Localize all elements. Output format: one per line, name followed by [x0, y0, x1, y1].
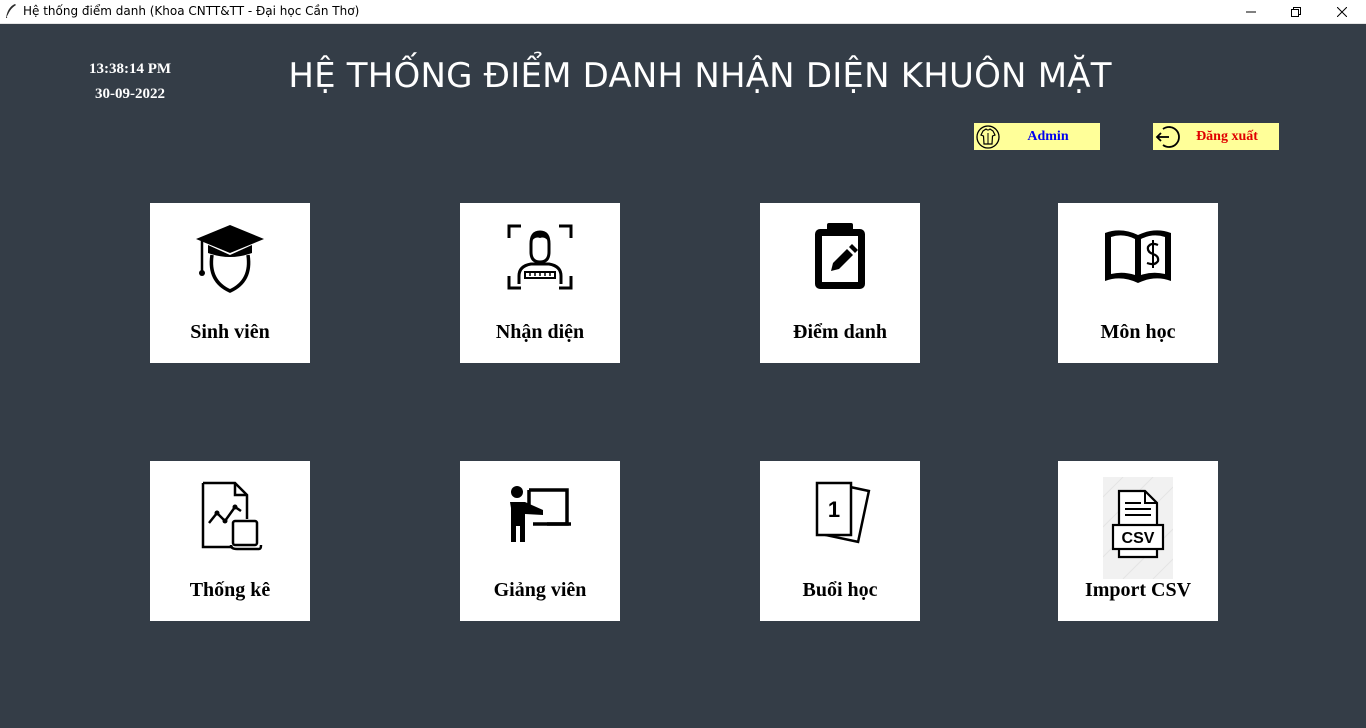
admin-button[interactable]: Admin — [974, 123, 1100, 150]
tile-giang-vien[interactable]: Giảng viên — [460, 461, 620, 621]
tile-label: Nhận diện — [495, 321, 585, 343]
report-chart-icon — [190, 475, 270, 555]
session-cards-icon: 1 — [800, 475, 880, 555]
graduate-icon — [190, 217, 270, 297]
teacher-board-icon — [500, 475, 580, 555]
clock-date: 30-09-2022 — [95, 86, 165, 102]
tile-label: Điểm danh — [793, 321, 887, 343]
tile-label: Giảng viên — [493, 579, 587, 601]
csv-file-icon: CSV — [1103, 477, 1173, 579]
clipboard-edit-icon — [800, 217, 880, 297]
book-dollar-icon — [1098, 217, 1178, 297]
window-titlebar: Hệ thống điểm danh (Khoa CNTT&TT - Đại h… — [0, 0, 1366, 24]
close-icon[interactable] — [1319, 0, 1365, 23]
clock-time: 13:38:14 PM — [88, 61, 172, 77]
user-shirt-icon — [974, 123, 1002, 150]
admin-label: Admin — [1027, 128, 1069, 144]
clock: 13:38:14 PM 30-09-2022 — [60, 58, 200, 108]
tile-label: Buổi học — [802, 579, 878, 601]
tile-mon-hoc[interactable]: Môn học — [1058, 203, 1218, 363]
tile-import-csv[interactable]: CSV Import CSV — [1058, 461, 1218, 621]
svg-text:CSV: CSV — [1122, 530, 1155, 547]
tile-label: Thống kê — [189, 579, 271, 601]
logout-icon — [1153, 123, 1181, 150]
tile-label: Sinh viên — [190, 321, 270, 343]
face-scan-icon — [500, 217, 580, 297]
svg-text:1: 1 — [828, 497, 840, 522]
minimize-icon[interactable] — [1228, 0, 1274, 23]
tile-sinh-vien[interactable]: Sinh viên — [150, 203, 310, 363]
tile-nhan-dien[interactable]: Nhận diện — [460, 203, 620, 363]
tile-diem-danh[interactable]: Điểm danh — [760, 203, 920, 363]
logout-label: Đăng xuất — [1196, 128, 1258, 144]
feather-icon — [4, 3, 18, 19]
tile-label: Môn học — [1100, 321, 1176, 343]
logout-button[interactable]: Đăng xuất — [1153, 123, 1279, 150]
tile-buoi-hoc[interactable]: 1 Buổi học — [760, 461, 920, 621]
tile-thong-ke[interactable]: Thống kê — [150, 461, 310, 621]
restore-icon[interactable] — [1273, 0, 1319, 23]
window-title: Hệ thống điểm danh (Khoa CNTT&TT - Đại h… — [23, 4, 360, 18]
tile-label: Import CSV — [1084, 579, 1192, 601]
page-title: HỆ THỐNG ĐIỂM DANH NHẬN DIỆN KHUÔN MẶT — [288, 56, 1112, 96]
